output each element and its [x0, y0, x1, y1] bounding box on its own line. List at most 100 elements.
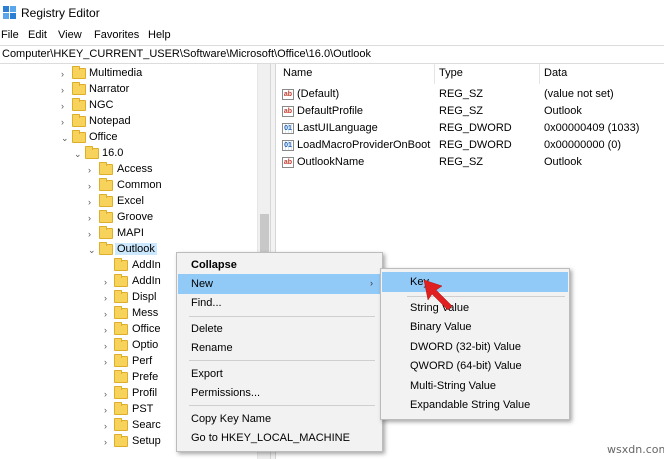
- folder-icon: [114, 434, 128, 447]
- value-name: LoadMacroProviderOnBoot: [297, 139, 431, 151]
- submenu-item-qword-value[interactable]: QWORD (64-bit) Value: [382, 356, 568, 376]
- tree-item-label: Multimedia: [89, 67, 143, 79]
- menu-item-find[interactable]: Find...: [178, 293, 381, 313]
- tree-item-label: Optio: [132, 339, 159, 351]
- dword-value-icon: 01: [282, 140, 294, 151]
- value-row[interactable]: ab OutlookName REG_SZ Outlook: [277, 154, 664, 171]
- tree-item-label: Groove: [117, 211, 154, 223]
- menu-favorites[interactable]: Favorites: [94, 29, 139, 41]
- title-bar: Registry Editor: [0, 0, 664, 26]
- submenu-item-binary-value[interactable]: Binary Value: [382, 317, 568, 337]
- chevron-right-icon[interactable]: ›: [104, 293, 112, 303]
- chevron-right-icon[interactable]: ›: [88, 197, 96, 207]
- menu-item-rename[interactable]: Rename: [178, 338, 381, 358]
- column-divider[interactable]: [434, 64, 435, 84]
- chevron-right-icon[interactable]: ›: [104, 309, 112, 319]
- tree-item-label: AddIn: [132, 259, 161, 271]
- submenu-item-key[interactable]: Key: [382, 272, 568, 292]
- tree-item-label: Narrator: [89, 83, 130, 95]
- chevron-right-icon[interactable]: ›: [104, 341, 112, 351]
- folder-icon: [72, 82, 86, 95]
- value-name: OutlookName: [297, 156, 365, 168]
- chevron-right-icon[interactable]: ›: [104, 405, 112, 415]
- submenu-item-dword-value[interactable]: DWORD (32-bit) Value: [382, 337, 568, 357]
- chevron-right-icon[interactable]: ›: [104, 421, 112, 431]
- chevron-right-icon[interactable]: ›: [104, 357, 112, 367]
- menu-help[interactable]: Help: [148, 29, 171, 41]
- folder-icon: [114, 290, 128, 303]
- column-header-data[interactable]: Data: [544, 67, 567, 79]
- chevron-down-icon[interactable]: ⌄: [61, 133, 69, 143]
- chevron-right-icon[interactable]: ›: [104, 277, 112, 287]
- chevron-right-icon[interactable]: ›: [61, 101, 69, 111]
- menu-edit[interactable]: Edit: [28, 29, 47, 41]
- chevron-right-icon[interactable]: ›: [61, 85, 69, 95]
- menu-item-label: New: [191, 278, 214, 290]
- window-title: Registry Editor: [21, 6, 100, 20]
- address-bar[interactable]: Computer\HKEY_CURRENT_USER\Software\Micr…: [0, 45, 664, 64]
- tree-item-label: Perf: [132, 355, 153, 367]
- tree-item-label: Prefe: [132, 371, 159, 383]
- value-row[interactable]: 01 LastUILanguage REG_DWORD 0x00000409 (…: [277, 120, 664, 137]
- chevron-down-icon[interactable]: ⌄: [88, 245, 96, 255]
- value-type: REG_DWORD: [439, 122, 512, 134]
- value-data: (value not set): [544, 88, 614, 100]
- menu-item-delete[interactable]: Delete: [178, 319, 381, 339]
- value-type: REG_SZ: [439, 156, 484, 168]
- folder-icon: [114, 402, 128, 415]
- tree-item-label: Displ: [132, 291, 157, 303]
- chevron-right-icon[interactable]: ›: [88, 165, 96, 175]
- folder-icon: [114, 418, 128, 431]
- menu-view[interactable]: View: [58, 29, 82, 41]
- column-header-type[interactable]: Type: [439, 67, 463, 79]
- menu-item-label: Find...: [191, 297, 222, 309]
- folder-icon: [72, 66, 86, 79]
- chevron-right-icon[interactable]: ›: [88, 229, 96, 239]
- menu-item-goto-hklm[interactable]: Go to HKEY_LOCAL_MACHINE: [178, 428, 381, 448]
- tree-item-label: Notepad: [89, 115, 131, 127]
- folder-icon: [114, 338, 128, 351]
- folder-icon: [99, 210, 113, 223]
- chevron-right-icon[interactable]: ›: [104, 389, 112, 399]
- chevron-right-icon[interactable]: ›: [61, 69, 69, 79]
- column-divider[interactable]: [539, 64, 540, 84]
- chevron-right-icon[interactable]: ›: [61, 117, 69, 127]
- string-value-icon: ab: [282, 89, 294, 100]
- menu-item-label: DWORD (32-bit) Value: [410, 341, 522, 353]
- menu-item-permissions[interactable]: Permissions...: [178, 383, 381, 403]
- folder-open-icon: [85, 146, 99, 159]
- value-name: (Default): [297, 88, 340, 100]
- tree-item-label: Searc: [132, 419, 161, 431]
- menu-file[interactable]: File: [1, 29, 19, 41]
- tree-item-label: Office: [132, 323, 161, 335]
- new-submenu: Key String Value Binary Value DWORD (32-…: [380, 268, 570, 420]
- chevron-right-icon[interactable]: ›: [104, 437, 112, 447]
- value-row[interactable]: ab DefaultProfile REG_SZ Outlook: [277, 103, 664, 120]
- chevron-right-icon[interactable]: ›: [88, 213, 96, 223]
- tree-item-label: Setup: [132, 435, 161, 447]
- column-header-name[interactable]: Name: [283, 67, 312, 79]
- submenu-item-multi-string-value[interactable]: Multi-String Value: [382, 376, 568, 396]
- menu-separator: [189, 405, 375, 406]
- watermark: wsxdn.com: [607, 443, 664, 456]
- string-value-icon: ab: [282, 106, 294, 117]
- menu-item-copy-key-name[interactable]: Copy Key Name: [178, 409, 381, 429]
- submenu-item-expandable-string-value[interactable]: Expandable String Value: [382, 395, 568, 415]
- menu-item-label: Permissions...: [191, 387, 261, 399]
- chevron-right-icon[interactable]: ›: [88, 181, 96, 191]
- menu-item-collapse[interactable]: Collapse: [178, 255, 381, 275]
- value-row[interactable]: ab (Default) REG_SZ (value not set): [277, 86, 664, 103]
- address-path: Computer\HKEY_CURRENT_USER\Software\Micr…: [2, 48, 372, 60]
- menu-item-label: QWORD (64-bit) Value: [410, 360, 522, 372]
- chevron-right-icon[interactable]: ›: [104, 325, 112, 335]
- menu-item-label: Go to HKEY_LOCAL_MACHINE: [191, 432, 350, 444]
- value-row[interactable]: 01 LoadMacroProviderOnBoot REG_DWORD 0x0…: [277, 137, 664, 154]
- submenu-item-string-value[interactable]: String Value: [382, 298, 568, 318]
- chevron-down-icon[interactable]: ⌄: [74, 149, 82, 159]
- folder-icon: [72, 98, 86, 111]
- value-data: Outlook: [544, 156, 582, 168]
- menu-item-export[interactable]: Export: [178, 364, 381, 384]
- menu-item-new[interactable]: New ›: [178, 274, 381, 294]
- value-type: REG_DWORD: [439, 139, 512, 151]
- tree-item-label: Profil: [132, 387, 158, 399]
